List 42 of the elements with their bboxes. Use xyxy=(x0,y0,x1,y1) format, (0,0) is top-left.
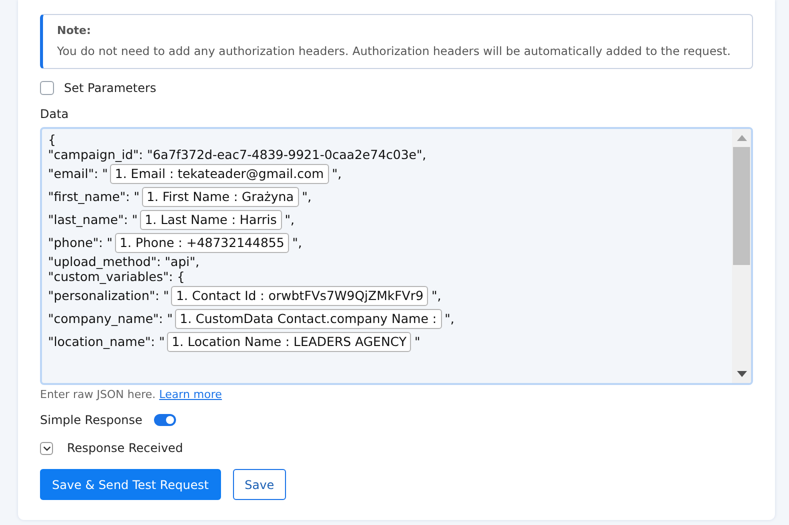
save-button[interactable]: Save xyxy=(232,469,286,500)
code-line: { xyxy=(48,132,57,147)
code-text: ", xyxy=(292,235,302,250)
toggle-label: Simple Response xyxy=(40,413,142,427)
code-text: ", xyxy=(332,166,342,181)
json-editor[interactable] xyxy=(40,127,753,385)
field-label: Data xyxy=(40,107,70,121)
send-test-button[interactable]: Save & Send Test Request xyxy=(40,469,221,500)
checkbox[interactable] xyxy=(40,81,54,95)
variable-chip[interactable]: 1. Location Name : LEADERS AGENCY xyxy=(166,332,412,352)
code-line: "upload_method": "api", xyxy=(48,254,200,269)
variable-chip[interactable]: 1. Contact Id : orwbtFVs7W9QjZMkFVr9 xyxy=(171,286,428,306)
code-text: "personalization": " xyxy=(48,288,170,303)
expand-button[interactable] xyxy=(40,442,53,454)
scrollbar[interactable] xyxy=(732,129,751,383)
code-text: "email": " xyxy=(48,166,108,181)
checkbox-label: Set Parameters xyxy=(64,81,156,95)
note-text: You do not need to add any authorization headers. Authorization headers will be automatically added to the request. xyxy=(57,44,732,58)
code-text: ", xyxy=(431,288,442,303)
code-text: "company_name": " xyxy=(48,311,173,326)
code-text: "phone": " xyxy=(48,235,113,250)
learn-more-link[interactable]: Learn more xyxy=(159,388,222,401)
code-text: "first_name": " xyxy=(48,189,140,204)
code-text: "last_name": " xyxy=(48,212,138,227)
code-text: ", xyxy=(444,311,454,326)
section-label: Response Received xyxy=(67,441,184,455)
code-text: ", xyxy=(302,189,312,204)
variable-chip[interactable]: 1. Email : tekateader@gmail.com xyxy=(110,164,329,184)
variable-chip[interactable]: 1. CustomData Contact.company Name : xyxy=(174,308,442,328)
variable-chip[interactable]: 1. Phone : +48732144855 xyxy=(114,232,290,252)
toggle-switch[interactable] xyxy=(154,414,176,426)
code-line: "custom_variables": { xyxy=(48,269,186,284)
code-text: " xyxy=(414,334,420,349)
variable-chip[interactable]: 1. First Name : Grażyna xyxy=(142,186,299,206)
scroll-down-icon[interactable] xyxy=(736,371,746,377)
note-title: Note: xyxy=(57,24,92,37)
code-text: ", xyxy=(284,212,294,227)
code-text: "location_name": " xyxy=(48,334,165,349)
hint-text: Enter raw JSON here. xyxy=(40,388,156,401)
code-line: "campaign_id": "6a7f372d-eac7-4839-9921-0caa2e74c03e", xyxy=(48,147,428,162)
variable-chip[interactable]: 1. Last Name : Harris xyxy=(140,210,282,230)
chevron-icon xyxy=(42,446,50,450)
